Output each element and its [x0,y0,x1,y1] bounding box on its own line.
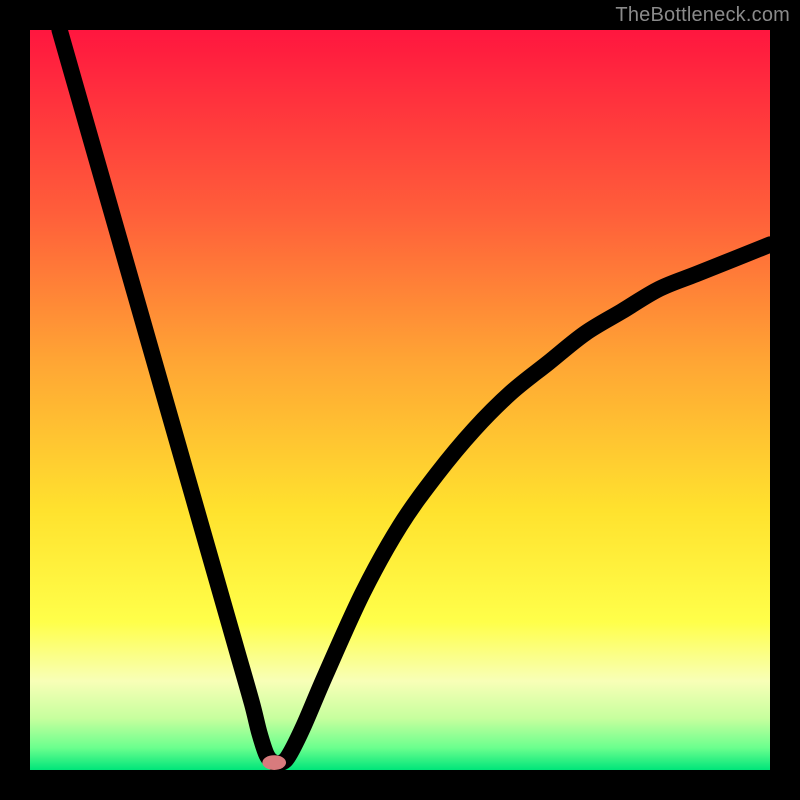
watermark-text: TheBottleneck.com [615,4,790,27]
bottleneck-chart [30,30,770,770]
chart-frame: TheBottleneck.com [0,0,800,800]
gradient-background [30,30,770,770]
optimal-point-indicator [262,755,286,770]
plot-area [30,30,770,770]
